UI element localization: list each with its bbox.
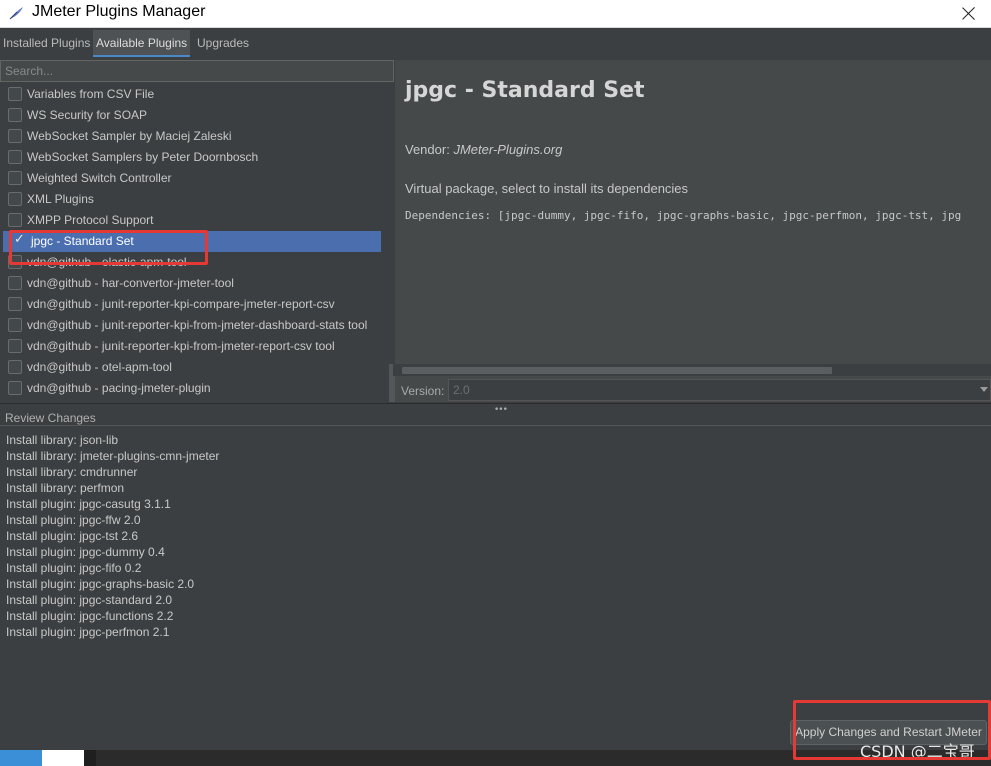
vendor-value[interactable]: JMeter-Plugins.org xyxy=(453,142,562,157)
plugin-checkbox[interactable] xyxy=(8,381,22,395)
plugin-label: Variables from CSV File xyxy=(27,87,155,101)
plugin-label: vdn@github - junit-reporter-kpi-compare-… xyxy=(27,297,335,311)
plugin-label: XML Plugins xyxy=(27,192,94,206)
review-changes-header: Review Changes xyxy=(5,411,96,425)
plugin-detail-title: jpgc - Standard Set xyxy=(405,78,645,103)
plugin-label: vdn@github - junit-reporter-kpi-from-jme… xyxy=(27,318,368,332)
plugin-description: Virtual package, select to install its d… xyxy=(405,181,689,196)
plugin-label: jpgc - Standard Set xyxy=(31,234,134,248)
plugin-label: XMPP Protocol Support xyxy=(27,213,154,227)
review-line: Install library: cmdrunner xyxy=(6,465,138,479)
taskbar xyxy=(0,750,991,766)
tab-bar: Installed Plugins Available Plugins Upgr… xyxy=(0,30,991,58)
plugin-label: vdn@github - otel-apm-tool xyxy=(27,360,172,374)
plugin-label: vdn@github - pacing-jmeter-plugin xyxy=(27,381,211,395)
window-title: JMeter Plugins Manager xyxy=(32,3,206,20)
jmeter-feather-icon xyxy=(9,7,23,20)
plugin-checkbox[interactable] xyxy=(8,276,22,290)
plugin-item[interactable]: vdn@github - otel-apm-tool xyxy=(3,357,381,378)
plugin-dependencies: Dependencies: [jpgc-dummy, jpgc-fifo, jp… xyxy=(405,209,962,222)
review-line: Install plugin: jpgc-tst 2.6 xyxy=(6,529,139,543)
review-line: Install plugin: jpgc-perfmon 2.1 xyxy=(6,625,170,639)
review-line: Install plugin: jpgc-casutg 3.1.1 xyxy=(6,497,171,511)
plugin-item[interactable]: vdn@github - junit-reporter-kpi-from-jme… xyxy=(3,336,381,357)
plugin-checkbox[interactable] xyxy=(8,297,22,311)
plugin-list: Variables from CSV File WS Security for … xyxy=(0,84,384,402)
tab-available-plugins[interactable]: Available Plugins xyxy=(93,30,191,57)
version-value: 2.0 xyxy=(453,383,470,397)
plugin-label: Weighted Switch Controller xyxy=(27,171,172,185)
review-line: Install plugin: jpgc-dummy 0.4 xyxy=(6,545,165,559)
plugin-item[interactable]: vdn@github - pacing-jmeter-plugin xyxy=(3,378,381,399)
plugin-item[interactable]: vdn@github - har-convertor-jmeter-tool xyxy=(3,273,381,294)
plugin-item[interactable]: WebSocket Samplers by Peter Doornbosch xyxy=(3,147,381,168)
plugin-checkbox[interactable] xyxy=(8,213,22,227)
plugin-item[interactable]: vdn@github - junit-reporter-kpi-from-jme… xyxy=(3,315,381,336)
review-divider xyxy=(0,425,991,426)
review-line: Install plugin: jpgc-fifo 0.2 xyxy=(6,561,142,575)
review-line: Install plugin: jpgc-ffw 2.0 xyxy=(6,513,141,527)
plugin-label: vdn@github - har-convertor-jmeter-tool xyxy=(27,276,234,290)
plugin-item[interactable]: XML Plugins xyxy=(3,189,381,210)
taskbar-item[interactable] xyxy=(42,750,84,766)
review-line: Install library: perfmon xyxy=(6,481,125,495)
dropdown-arrow-icon xyxy=(980,387,988,392)
plugin-checkbox[interactable] xyxy=(8,87,22,101)
review-line: Install library: jmeter-plugins-cmn-jmet… xyxy=(6,449,220,463)
plugin-item[interactable]: XMPP Protocol Support xyxy=(3,210,381,231)
checkmark-icon: ✓ xyxy=(14,232,25,247)
pane-splitter[interactable]: ••• xyxy=(0,403,991,415)
vendor-line: Vendor: JMeter-Plugins.org xyxy=(405,142,562,157)
plugin-checkbox-checked[interactable]: ✓ xyxy=(11,232,25,248)
review-line: Install plugin: jpgc-standard 2.0 xyxy=(6,593,173,607)
plugin-item[interactable]: WebSocket Sampler by Maciej Zaleski xyxy=(3,126,381,147)
plugin-checkbox[interactable] xyxy=(8,255,22,269)
watermark: CSDN @二宝哥 xyxy=(860,742,975,761)
plugin-checkbox[interactable] xyxy=(8,318,22,332)
plugin-checkbox[interactable] xyxy=(8,171,22,185)
plugin-label: WebSocket Samplers by Peter Doornbosch xyxy=(27,150,259,164)
plugin-label: vdn@github - elastic-apm-tool xyxy=(27,255,187,269)
vendor-label: Vendor: xyxy=(405,142,454,157)
plugin-checkbox[interactable] xyxy=(8,339,22,353)
plugin-checkbox[interactable] xyxy=(8,129,22,143)
taskbar-item[interactable] xyxy=(0,750,42,766)
plugin-item[interactable]: vdn@github - elastic-apm-tool xyxy=(3,252,381,273)
splitter-grip-icon: ••• xyxy=(494,405,508,415)
tab-upgrades[interactable]: Upgrades xyxy=(194,30,252,57)
plugin-label: WebSocket Sampler by Maciej Zaleski xyxy=(27,129,232,143)
tab-installed-plugins[interactable]: Installed Plugins xyxy=(0,30,93,57)
detail-scroll-thumb[interactable] xyxy=(402,367,832,374)
review-line: Install plugin: jpgc-functions 2.2 xyxy=(6,609,174,623)
close-window-button[interactable] xyxy=(947,0,991,28)
plugin-item[interactable]: Weighted Switch Controller xyxy=(3,168,381,189)
version-label: Version: xyxy=(401,384,445,398)
plugin-item[interactable]: Variables from CSV File xyxy=(3,84,381,105)
plugin-item[interactable]: WS Security for SOAP xyxy=(3,105,381,126)
review-line: Install plugin: jpgc-graphs-basic 2.0 xyxy=(6,577,195,591)
plugin-checkbox[interactable] xyxy=(8,192,22,206)
plugin-item-selected[interactable]: ✓ jpgc - Standard Set xyxy=(3,231,381,252)
taskbar-item[interactable] xyxy=(84,750,96,766)
review-line: Install library: json-lib xyxy=(6,433,119,447)
plugin-label: WS Security for SOAP xyxy=(27,108,148,122)
plugin-checkbox[interactable] xyxy=(8,360,22,374)
search-input[interactable]: Search... xyxy=(0,60,394,82)
version-select[interactable]: 2.0 xyxy=(448,379,991,401)
plugin-label: vdn@github - junit-reporter-kpi-from-jme… xyxy=(27,339,335,353)
plugin-checkbox[interactable] xyxy=(8,150,22,164)
plugin-detail-panel: jpgc - Standard Set Vendor: JMeter-Plugi… xyxy=(395,60,991,402)
plugin-checkbox[interactable] xyxy=(8,108,22,122)
plugin-item[interactable]: vdn@github - junit-reporter-kpi-compare-… xyxy=(3,294,381,315)
title-bar: JMeter Plugins Manager xyxy=(0,0,991,28)
